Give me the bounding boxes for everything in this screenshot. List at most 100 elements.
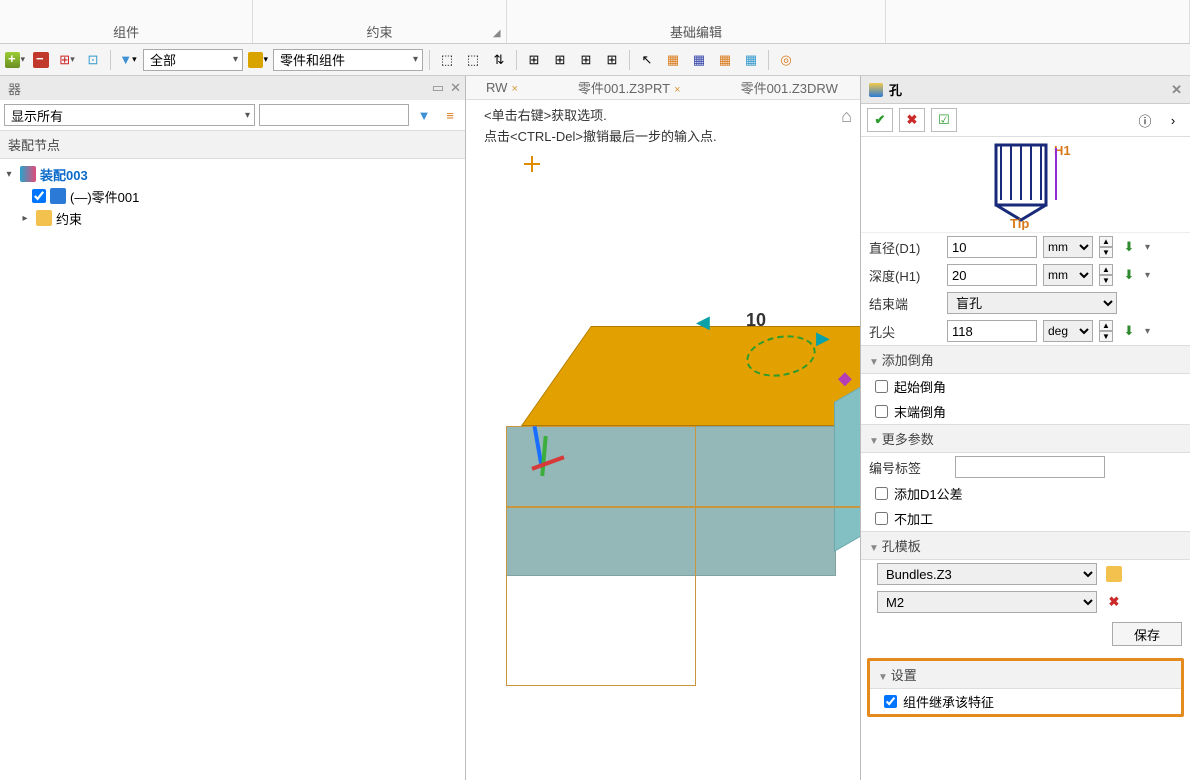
dropdown-icon[interactable]: ▾	[1145, 270, 1150, 281]
no-machining-checkbox[interactable]	[875, 512, 888, 525]
tool-btn-5[interactable]: ⊞	[549, 49, 571, 71]
link-icon[interactable]: ⬇	[1119, 321, 1139, 341]
ok-button[interactable]: ✔	[867, 108, 893, 132]
delete-icon[interactable]: ✖	[1103, 591, 1125, 613]
param-label: 孔尖	[869, 322, 941, 341]
doc-tab[interactable]: 零件001.Z3PRT×	[578, 78, 681, 97]
spinner[interactable]: ▲▼	[1099, 264, 1113, 286]
dim-cone-icon: ◀	[696, 312, 710, 333]
dialog-launcher-icon[interactable]: ◢	[491, 28, 503, 40]
link-icon[interactable]: ⬇	[1119, 237, 1139, 257]
cancel-button[interactable]: ✖	[899, 108, 925, 132]
visibility-checkbox[interactable]	[32, 189, 46, 203]
axis-handle-icon[interactable]: ◆	[838, 368, 852, 389]
minus-icon	[33, 52, 49, 68]
diameter-input[interactable]	[947, 236, 1037, 258]
scope-combo[interactable]: 全部	[143, 49, 243, 71]
plus-icon	[5, 52, 20, 68]
sheet-button[interactable]: ▦	[688, 49, 710, 71]
tool-btn-7[interactable]: ⊞	[601, 49, 623, 71]
depth-unit-select[interactable]: mm	[1043, 264, 1093, 286]
stack-button[interactable]: ▦	[714, 49, 736, 71]
inherit-feature-checkbox[interactable]	[884, 695, 897, 708]
tree-node-label: 装配003	[40, 165, 88, 184]
param-label: 结束端	[869, 294, 941, 313]
size-select[interactable]: M2	[877, 591, 1097, 613]
tag-input[interactable]	[955, 456, 1105, 478]
grid-button-2[interactable]: ▦	[740, 49, 762, 71]
filter-search-input[interactable]	[259, 104, 409, 126]
sketch-plane-edge	[506, 506, 860, 508]
section-settings[interactable]: 设置	[870, 661, 1181, 689]
expander-icon[interactable]: ▸	[18, 213, 32, 224]
settings-highlight-box: 设置 组件继承该特征	[867, 658, 1184, 717]
add-button[interactable]: ▾	[4, 49, 26, 71]
grid-button[interactable]: ⊡	[82, 49, 104, 71]
hole-preview-diagram: H1 Tip	[861, 137, 1190, 233]
tree-constraints[interactable]: ▸ 约束	[0, 207, 465, 229]
ribbon-group-constraint: 约束 ◢	[253, 0, 506, 43]
doc-tab[interactable]: RW×	[486, 80, 518, 95]
param-label: 深度(H1)	[869, 266, 941, 285]
ribbon-group-label: 组件	[0, 22, 252, 41]
minimize-icon[interactable]: ▭	[432, 80, 444, 96]
tip-angle-input[interactable]	[947, 320, 1037, 342]
tool-btn-6[interactable]: ⊞	[575, 49, 597, 71]
section-chamfer[interactable]: 添加倒角	[861, 345, 1190, 374]
end-chamfer-checkbox[interactable]	[875, 405, 888, 418]
home-view-icon[interactable]: ⌂	[841, 106, 852, 127]
doc-tab[interactable]: 零件001.Z3DRW	[741, 78, 838, 97]
tolerance-checkbox[interactable]	[875, 487, 888, 500]
3d-viewport[interactable]: RW× 零件001.Z3PRT× 零件001.Z3DRW <单击右键>获取选项.…	[466, 76, 860, 780]
cursor-button[interactable]: ↖	[636, 49, 658, 71]
dimension-label: 10	[746, 310, 766, 331]
close-icon[interactable]: ×	[674, 84, 680, 96]
ribbon-group-label: 基础编辑	[507, 22, 886, 41]
origin-marker	[524, 156, 540, 172]
bundle-select[interactable]: Bundles.Z3	[877, 563, 1097, 585]
param-label: 编号标签	[869, 458, 949, 477]
cube-icon	[248, 52, 263, 68]
select-mode-button[interactable]: ⊞▾	[56, 49, 78, 71]
pin-icon[interactable]: ›	[1162, 109, 1184, 131]
apply-button[interactable]: ☑	[931, 108, 957, 132]
close-icon[interactable]: ✕	[450, 80, 461, 96]
tip-unit-select[interactable]: deg	[1043, 320, 1093, 342]
section-template[interactable]: 孔模板	[861, 531, 1190, 560]
dropdown-icon[interactable]: ▾	[1145, 242, 1150, 253]
spinner[interactable]: ▲▼	[1099, 320, 1113, 342]
part-cube-button[interactable]: ▾	[247, 49, 269, 71]
folder-icon[interactable]	[1103, 563, 1125, 585]
link-icon[interactable]: ⬇	[1119, 265, 1139, 285]
report-button[interactable]: ▦	[662, 49, 684, 71]
tree-root[interactable]: ▾ 装配003	[0, 163, 465, 185]
tool-btn-4[interactable]: ⊞	[523, 49, 545, 71]
dropdown-icon[interactable]: ▾	[1145, 326, 1150, 337]
end-type-select[interactable]: 盲孔	[947, 292, 1117, 314]
start-chamfer-checkbox[interactable]	[875, 380, 888, 393]
spinner[interactable]: ▲▼	[1099, 236, 1113, 258]
close-icon[interactable]: ×	[511, 83, 517, 95]
close-icon[interactable]: ✕	[1171, 82, 1182, 98]
display-filter-combo[interactable]: 显示所有	[4, 104, 255, 126]
assembly-icon	[20, 166, 36, 182]
svg-text:Tip: Tip	[1010, 216, 1029, 230]
tool-btn-1[interactable]: ⬚	[436, 49, 458, 71]
target-button[interactable]: ◎	[775, 49, 797, 71]
secondary-toolbar: ▾ ⊞▾ ⊡ ▼▾ 全部 ▾ 零件和组件 ⬚ ⬚ ⇅ ⊞ ⊞ ⊞ ⊞ ↖ ▦ ▦…	[0, 44, 1190, 76]
type-combo[interactable]: 零件和组件	[273, 49, 423, 71]
diameter-unit-select[interactable]: mm	[1043, 236, 1093, 258]
save-button[interactable]: 保存	[1112, 622, 1182, 646]
tool-btn-3[interactable]: ⇅	[488, 49, 510, 71]
depth-input[interactable]	[947, 264, 1037, 286]
remove-button[interactable]	[30, 49, 52, 71]
tree-part[interactable]: (—)零件001	[0, 185, 465, 207]
funnel-icon[interactable]: ▼	[413, 104, 435, 126]
panel-label: 器	[8, 79, 21, 98]
section-more[interactable]: 更多参数	[861, 424, 1190, 453]
filter-funnel-button[interactable]: ▼▾	[117, 49, 139, 71]
tool-btn-2[interactable]: ⬚	[462, 49, 484, 71]
list-options-icon[interactable]: ≡	[439, 104, 461, 126]
expander-icon[interactable]: ▾	[2, 169, 16, 180]
info-icon[interactable]: ⓘ	[1134, 109, 1156, 131]
